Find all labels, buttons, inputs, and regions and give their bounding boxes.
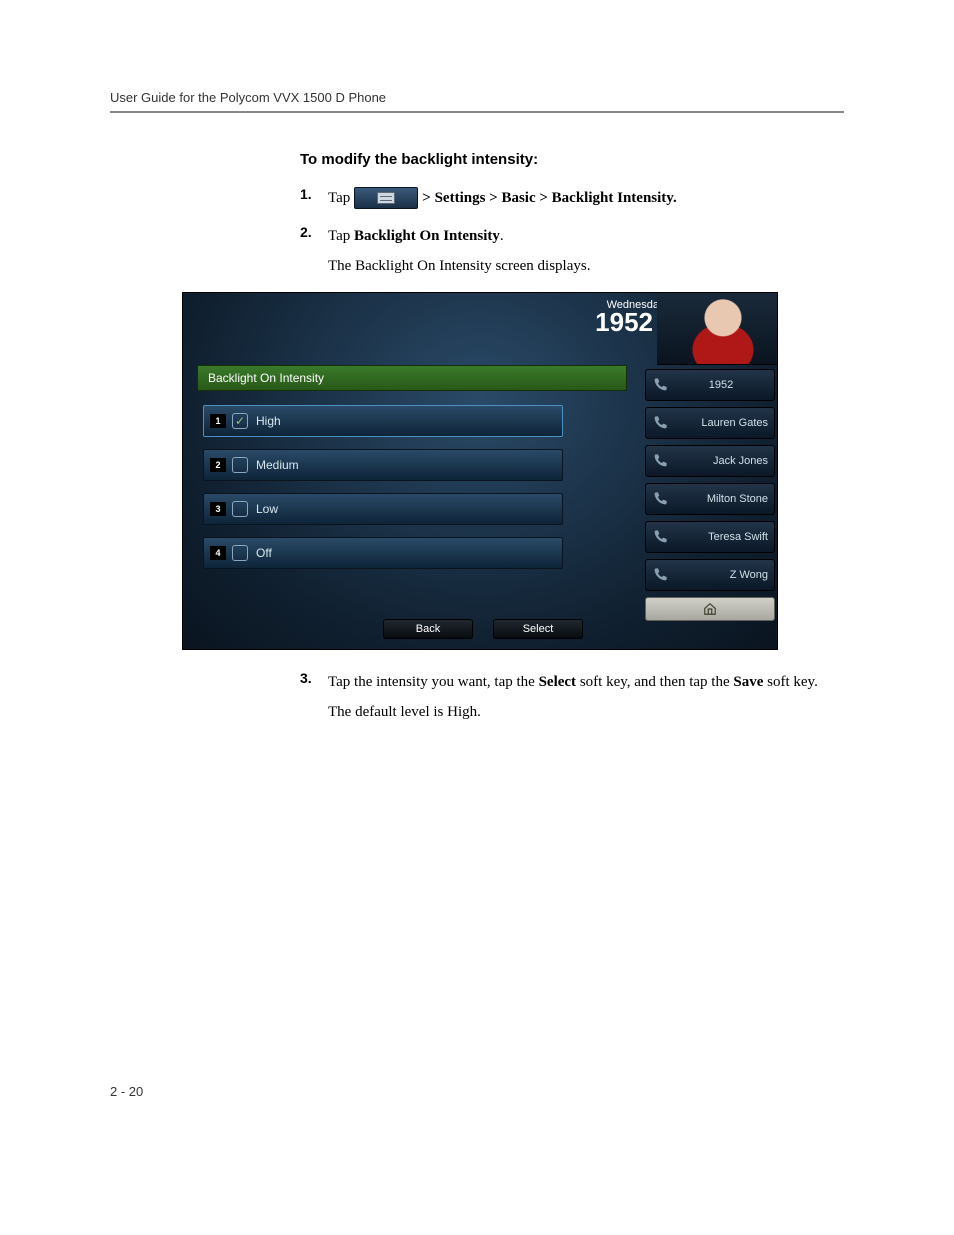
contact-item[interactable]: Teresa Swift [645,521,775,553]
step-body: Tap the intensity you want, tap the Sele… [328,670,844,724]
section-title: To modify the backlight intensity: [300,151,844,168]
step-3: 3. Tap the intensity you want, tap the S… [300,670,844,724]
contact-item[interactable]: Jack Jones [645,445,775,477]
option-label: Off [256,546,272,560]
contact-item[interactable]: Milton Stone [645,483,775,515]
checkbox-icon [232,457,248,473]
page-number: 2 - 20 [110,1084,844,1099]
handset-icon [652,453,668,469]
option-label: Medium [256,458,299,472]
self-line[interactable]: 1952 [645,369,775,401]
option-label: Low [256,502,278,516]
screen-title: Backlight On Intensity [197,365,627,391]
option-number: 2 [210,458,226,472]
step-body: Tap Backlight On Intensity. The Backligh… [328,224,844,278]
select-button[interactable]: Select [493,619,583,639]
phone-screen: Wednesday, February 4 1:30 PM 1952 Backl… [182,292,778,650]
menu-icon [354,187,418,209]
option-medium[interactable]: 2 Medium [203,449,563,481]
step-number: 1. [300,186,328,210]
home-button[interactable] [645,597,775,621]
step-bold: Save [733,674,763,690]
handset-icon [652,377,668,393]
contact-label: Teresa Swift [674,531,768,543]
handset-icon [652,529,668,545]
contact-label: Jack Jones [674,455,768,467]
step-1: 1. Tap > Settings > Basic > Backlight In… [300,186,844,210]
option-number: 4 [210,546,226,560]
step-text: Tap [328,228,354,244]
step-text: Tap [328,186,350,210]
checkbox-icon: ✓ [232,413,248,429]
checkbox-icon [232,545,248,561]
contact-item[interactable]: Lauren Gates [645,407,775,439]
options-list: 1 ✓ High 2 Medium 3 Low 4 Off [203,405,563,581]
contacts-panel: 1952 Lauren Gates Jack Jones Milton Ston… [645,369,775,621]
step-text: . [500,228,504,244]
contact-label: Milton Stone [674,493,768,505]
step-text: soft key. [763,674,817,690]
option-number: 1 [210,414,226,428]
page-header: User Guide for the Polycom VVX 1500 D Ph… [110,90,844,113]
option-low[interactable]: 3 Low [203,493,563,525]
step-note: The default level is High. [328,700,844,724]
option-off[interactable]: 4 Off [203,537,563,569]
option-high[interactable]: 1 ✓ High [203,405,563,437]
handset-icon [652,415,668,431]
breadcrumb: > Settings > Basic > Backlight Intensity… [422,186,676,210]
extension-number: 1952 [595,307,653,338]
back-button[interactable]: Back [383,619,473,639]
option-label: High [256,414,281,428]
step-bold: Select [539,674,576,690]
phone-screenshot: Wednesday, February 4 1:30 PM 1952 Backl… [182,292,844,650]
content: To modify the backlight intensity: 1. Ta… [300,151,844,278]
home-icon [702,602,718,616]
handset-icon [652,567,668,583]
avatar [657,293,777,365]
step-body: Tap > Settings > Basic > Backlight Inten… [328,186,844,210]
handset-icon [652,491,668,507]
contact-label: Z Wong [674,569,768,581]
step-number: 3. [300,670,328,724]
step-bold: Backlight On Intensity [354,228,500,244]
contact-label: 1952 [674,379,768,391]
content-continued: 3. Tap the intensity you want, tap the S… [300,670,844,724]
step-2: 2. Tap Backlight On Intensity. The Backl… [300,224,844,278]
step-number: 2. [300,224,328,278]
step-note: The Backlight On Intensity screen displa… [328,254,844,278]
contact-label: Lauren Gates [674,417,768,429]
checkbox-icon [232,501,248,517]
option-number: 3 [210,502,226,516]
softkey-bar: Back Select [383,619,583,639]
step-text: soft key, and then tap the [576,674,733,690]
step-text: Tap the intensity you want, tap the [328,674,539,690]
contact-item[interactable]: Z Wong [645,559,775,591]
